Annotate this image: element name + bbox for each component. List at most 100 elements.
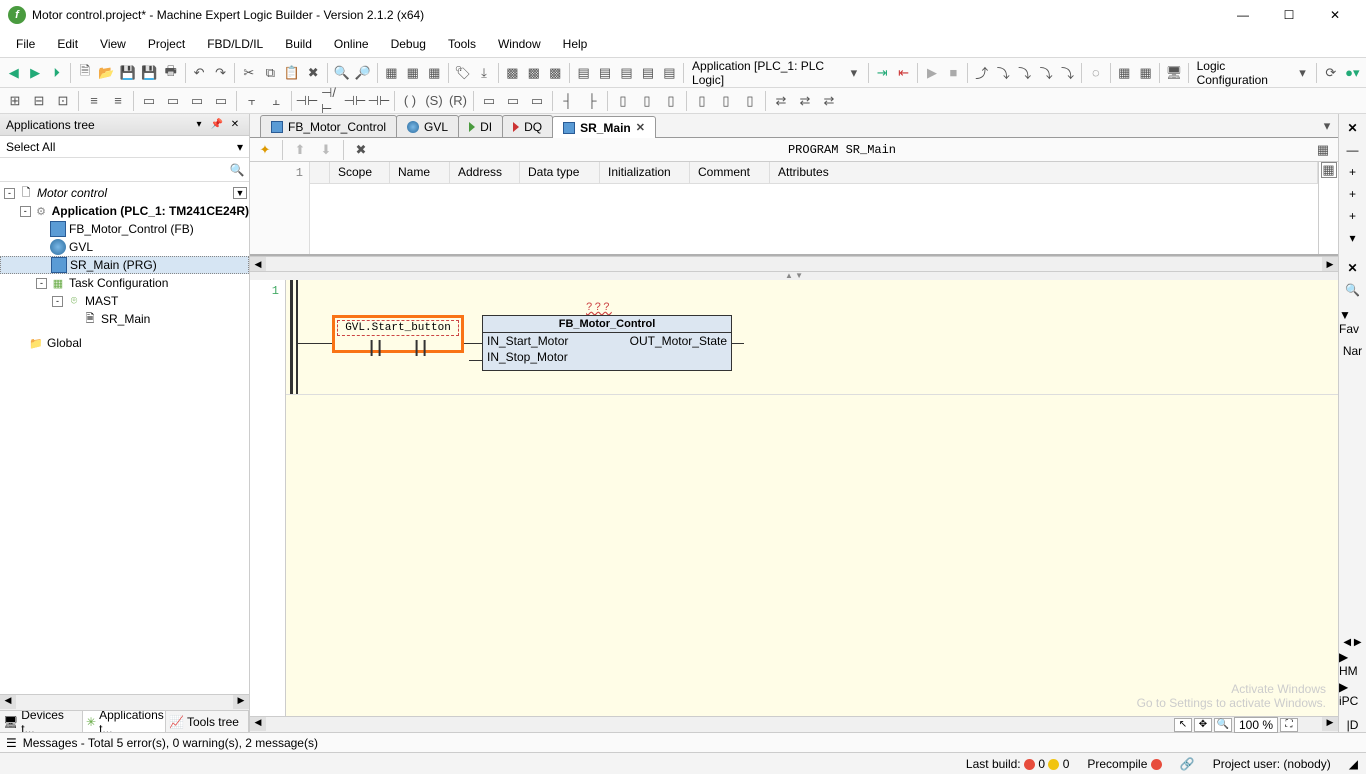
collapse-icon[interactable]: - [52, 296, 63, 307]
scroll-right-icon[interactable]: ▶ [233, 695, 249, 709]
minimize-button[interactable]: — [1220, 0, 1266, 30]
menu-online[interactable]: Online [324, 33, 379, 55]
col-datatype[interactable]: Data type [520, 162, 600, 183]
tab-gvl[interactable]: GVL [396, 115, 459, 137]
block-icon[interactable]: ▭ [502, 90, 524, 112]
ld-icon[interactable]: ⇄ [770, 90, 792, 112]
new-icon[interactable]: 🗎 [75, 62, 94, 84]
tab-di[interactable]: DI [458, 115, 503, 137]
fb-motor-control-block[interactable]: FB_Motor_Control IN_Start_MotorOUT_Motor… [482, 315, 732, 371]
ld-icon[interactable]: ▯ [715, 90, 737, 112]
tab-menu-icon[interactable]: ▾ [1316, 115, 1338, 137]
logic-combo[interactable]: Logic Configuration [1193, 59, 1291, 87]
find-icon[interactable]: 🔍 [332, 62, 351, 84]
col-name[interactable]: Name [390, 162, 450, 183]
chevron-down-icon[interactable]: ▾ [1343, 228, 1363, 248]
tb-icon[interactable]: ▤ [574, 62, 593, 84]
tb-icon[interactable]: ▩ [546, 62, 565, 84]
ld-icon[interactable]: ▯ [691, 90, 713, 112]
bookmark-icon[interactable]: 🏷 [453, 62, 472, 84]
contact-icon[interactable]: ⊣⊢ [296, 90, 318, 112]
cut-icon[interactable]: ✂ [239, 62, 258, 84]
scroll-right-icon[interactable]: ▶ [1322, 257, 1338, 271]
pin-icon[interactable]: 📌 [209, 117, 225, 133]
tab-applications[interactable]: ✳Applications t... [83, 711, 166, 732]
menu-debug[interactable]: Debug [381, 33, 436, 55]
zoom-value[interactable]: 100 % [1234, 717, 1278, 733]
menu-fbd[interactable]: FBD/LD/IL [197, 33, 273, 55]
tree-sr-main[interactable]: SR_Main (PRG) [0, 256, 249, 274]
pan-icon[interactable]: ✥ [1194, 718, 1212, 732]
logout-icon[interactable]: ⇤ [894, 62, 913, 84]
tb-icon[interactable]: ▤ [638, 62, 657, 84]
scroll-icons[interactable]: ◀ ▶ [1343, 637, 1361, 648]
ld-icon[interactable]: ▯ [739, 90, 761, 112]
add-icon[interactable]: + [1343, 162, 1363, 182]
block-icon[interactable]: ▭ [526, 90, 548, 112]
contact-start-button[interactable]: GVL.Start_button [332, 315, 464, 353]
open-icon[interactable]: 📂 [97, 62, 116, 84]
ld-icon[interactable]: ⇄ [794, 90, 816, 112]
ld-icon[interactable]: ▭ [138, 90, 160, 112]
menu-project[interactable]: Project [138, 33, 195, 55]
zoom-icon[interactable]: 🔍 [1214, 718, 1232, 732]
delete-icon[interactable]: ✖ [304, 62, 323, 84]
side-tab-d[interactable]: |D [1347, 718, 1359, 732]
tb-icon[interactable]: ▦ [382, 62, 401, 84]
save-all-icon[interactable]: 💾 [140, 62, 159, 84]
add-icon[interactable]: + [1343, 206, 1363, 226]
menu-window[interactable]: Window [488, 33, 551, 55]
dropdown-icon[interactable]: ▼ [233, 187, 247, 199]
ld-icon[interactable]: ▭ [162, 90, 184, 112]
side-tab-hm[interactable]: ▶ HM [1339, 650, 1366, 678]
login-icon[interactable]: ⇥ [872, 62, 891, 84]
ld-icon[interactable]: ▭ [186, 90, 208, 112]
tree-root[interactable]: - 🗋 Motor control ▼ [0, 184, 249, 202]
bookmark-next-icon[interactable]: ⤓ [474, 62, 493, 84]
col-address[interactable]: Address [450, 162, 520, 183]
tree-global[interactable]: 📁 Global [0, 334, 249, 352]
cursor-icon[interactable]: ↖ [1174, 718, 1192, 732]
status-connection-icon[interactable]: 🔗 [1180, 757, 1195, 771]
tab-close-icon[interactable]: ✕ [636, 121, 645, 134]
paste-icon[interactable]: 📋 [282, 62, 301, 84]
undo-icon[interactable]: ↶ [189, 62, 208, 84]
dropdown-icon[interactable]: ▾ [844, 62, 863, 84]
status-icon[interactable]: ●▾ [1343, 62, 1362, 84]
col-comment[interactable]: Comment [690, 162, 770, 183]
tb-icon[interactable]: ▤ [660, 62, 679, 84]
panel-menu-icon[interactable]: ▾ [191, 117, 207, 133]
tab-tools[interactable]: 📈Tools tree [166, 711, 249, 732]
grid-view-icon[interactable]: ▦ [1321, 162, 1337, 178]
collapse-icon[interactable]: - [20, 206, 31, 217]
print-icon[interactable]: 🖶 [161, 62, 180, 84]
tb-icon[interactable]: ▤ [617, 62, 636, 84]
dropdown-icon[interactable]: ▾ [237, 140, 243, 154]
copy-icon[interactable]: ⧉ [261, 62, 280, 84]
ld-icon[interactable]: ⫟ [241, 90, 263, 112]
sub-icon[interactable]: ✦ [254, 139, 276, 161]
scroll-left-icon[interactable]: ◀ [0, 695, 16, 709]
contact-par-icon[interactable]: ⊣⊢ [344, 90, 366, 112]
search-icon[interactable]: 🔍 [227, 163, 247, 177]
branch-icon[interactable]: ├ [581, 90, 603, 112]
branch-icon[interactable]: ┤ [557, 90, 579, 112]
var-scroll[interactable]: ◀ ▶ [250, 256, 1338, 272]
stop-icon[interactable]: ■ [944, 62, 963, 84]
col-scope[interactable]: Scope [330, 162, 390, 183]
tb-icon[interactable]: ▦ [1114, 62, 1133, 84]
close-button[interactable]: ✕ [1312, 0, 1358, 30]
monitor-icon[interactable]: 🖥 [1164, 62, 1183, 84]
tab-devices[interactable]: 🖥Devices t... [0, 711, 83, 732]
breakpoint-icon[interactable]: ◌ [1086, 62, 1105, 84]
splitter[interactable]: ▲ ▼ [250, 272, 1338, 280]
ld-icon[interactable]: ⊞ [4, 90, 26, 112]
nav-up-icon[interactable]: ⬆ [289, 139, 311, 161]
tree-sr-ref[interactable]: 🗎 SR_Main [0, 310, 249, 328]
tb-icon[interactable]: ▩ [503, 62, 522, 84]
step-icon[interactable]: ⤵ [1015, 62, 1034, 84]
scroll-right-icon[interactable]: ▶ [1322, 717, 1338, 731]
ld-icon[interactable]: ▯ [660, 90, 682, 112]
close-icon[interactable]: ✕ [1343, 258, 1363, 278]
menu-tools[interactable]: Tools [438, 33, 486, 55]
